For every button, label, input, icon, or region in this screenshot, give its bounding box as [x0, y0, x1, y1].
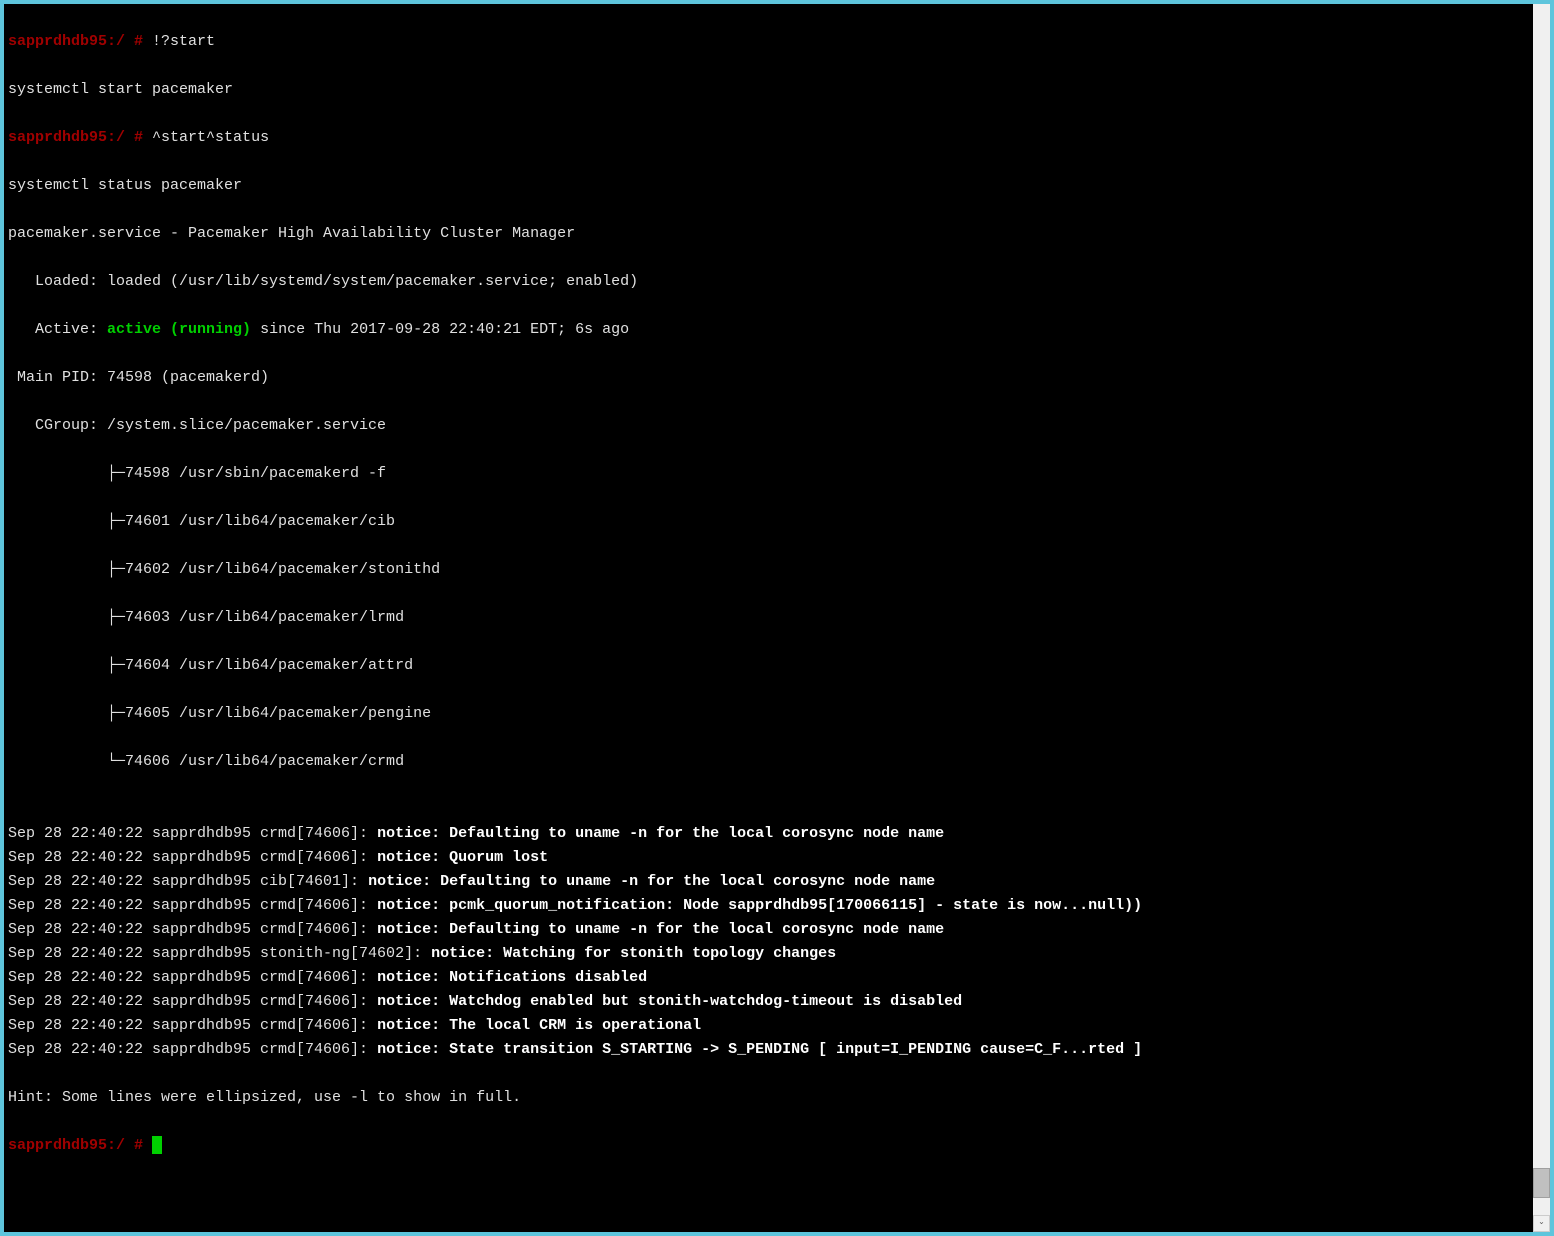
- log-message: notice: Defaulting to uname -n for the l…: [377, 825, 944, 842]
- scrollbar-track[interactable]: [1533, 4, 1550, 1215]
- vertical-scrollbar[interactable]: ⌄: [1533, 4, 1550, 1232]
- shell-prompt: sapprdhdb95:/ #: [8, 33, 143, 50]
- process-entry: ├─74602 /usr/lib64/pacemaker/stonithd: [8, 558, 1546, 582]
- command-echo: systemctl start pacemaker: [8, 78, 1546, 102]
- log-message: notice: The local CRM is operational: [377, 1017, 701, 1034]
- command-line-1: sapprdhdb95:/ # !?start: [8, 30, 1546, 54]
- log-timestamp-source: Sep 28 22:40:22 sapprdhdb95 crmd[74606]:: [8, 849, 377, 866]
- log-message: notice: Quorum lost: [377, 849, 548, 866]
- log-line: Sep 28 22:40:22 sapprdhdb95 crmd[74606]:…: [8, 822, 1546, 846]
- log-message: notice: Watching for stonith topology ch…: [431, 945, 836, 962]
- hint-line: Hint: Some lines were ellipsized, use -l…: [8, 1086, 1546, 1110]
- log-line: Sep 28 22:40:22 sapprdhdb95 crmd[74606]:…: [8, 846, 1546, 870]
- command-echo: systemctl status pacemaker: [8, 174, 1546, 198]
- log-line: Sep 28 22:40:22 sapprdhdb95 crmd[74606]:…: [8, 1038, 1546, 1062]
- process-entry: ├─74605 /usr/lib64/pacemaker/pengine: [8, 702, 1546, 726]
- log-message: notice: Notifications disabled: [377, 969, 647, 986]
- log-line: Sep 28 22:40:22 sapprdhdb95 cib[74601]: …: [8, 870, 1546, 894]
- log-timestamp-source: Sep 28 22:40:22 sapprdhdb95 crmd[74606]:: [8, 1017, 377, 1034]
- scroll-down-button[interactable]: ⌄: [1533, 1215, 1550, 1232]
- log-timestamp-source: Sep 28 22:40:22 sapprdhdb95 crmd[74606]:: [8, 921, 377, 938]
- active-since: since Thu 2017-09-28 22:40:21 EDT; 6s ag…: [251, 321, 629, 338]
- current-prompt-line[interactable]: sapprdhdb95:/ #: [8, 1134, 1546, 1158]
- log-timestamp-source: Sep 28 22:40:22 sapprdhdb95 crmd[74606]:: [8, 897, 377, 914]
- command-line-2: sapprdhdb95:/ # ^start^status: [8, 126, 1546, 150]
- log-line: Sep 28 22:40:22 sapprdhdb95 crmd[74606]:…: [8, 1014, 1546, 1038]
- log-timestamp-source: Sep 28 22:40:22 sapprdhdb95 crmd[74606]:: [8, 993, 377, 1010]
- cgroup-header: CGroup: /system.slice/pacemaker.service: [8, 414, 1546, 438]
- log-line: Sep 28 22:40:22 sapprdhdb95 stonith-ng[7…: [8, 942, 1546, 966]
- loaded-status: Loaded: loaded (/usr/lib/systemd/system/…: [8, 270, 1546, 294]
- chevron-down-icon: ⌄: [1538, 1217, 1545, 1230]
- command-text: !?start: [152, 33, 215, 50]
- log-message: notice: pcmk_quorum_notification: Node s…: [377, 897, 1142, 914]
- log-timestamp-source: Sep 28 22:40:22 sapprdhdb95 crmd[74606]:: [8, 825, 377, 842]
- scrollbar-thumb[interactable]: [1533, 1168, 1550, 1198]
- cursor-icon: [152, 1136, 162, 1154]
- shell-prompt: sapprdhdb95:/ #: [8, 1137, 143, 1154]
- log-line: Sep 28 22:40:22 sapprdhdb95 crmd[74606]:…: [8, 918, 1546, 942]
- process-entry: ├─74601 /usr/lib64/pacemaker/cib: [8, 510, 1546, 534]
- log-timestamp-source: Sep 28 22:40:22 sapprdhdb95 crmd[74606]:: [8, 1041, 377, 1058]
- active-status-line: Active: active (running) since Thu 2017-…: [8, 318, 1546, 342]
- log-message: notice: Watchdog enabled but stonith-wat…: [377, 993, 962, 1010]
- service-description: pacemaker.service - Pacemaker High Avail…: [8, 222, 1546, 246]
- log-line: Sep 28 22:40:22 sapprdhdb95 crmd[74606]:…: [8, 990, 1546, 1014]
- log-timestamp-source: Sep 28 22:40:22 sapprdhdb95 crmd[74606]:: [8, 969, 377, 986]
- active-label: Active:: [8, 321, 107, 338]
- log-line: Sep 28 22:40:22 sapprdhdb95 crmd[74606]:…: [8, 966, 1546, 990]
- log-timestamp-source: Sep 28 22:40:22 sapprdhdb95 cib[74601]:: [8, 873, 368, 890]
- log-message: notice: State transition S_STARTING -> S…: [377, 1041, 1142, 1058]
- log-lines-container: Sep 28 22:40:22 sapprdhdb95 crmd[74606]:…: [8, 822, 1546, 1062]
- process-entry: ├─74604 /usr/lib64/pacemaker/attrd: [8, 654, 1546, 678]
- active-status: active (running): [107, 321, 251, 338]
- log-message: notice: Defaulting to uname -n for the l…: [368, 873, 935, 890]
- shell-prompt: sapprdhdb95:/ #: [8, 129, 143, 146]
- process-entry: ├─74598 /usr/sbin/pacemakerd -f: [8, 462, 1546, 486]
- log-message: notice: Defaulting to uname -n for the l…: [377, 921, 944, 938]
- main-pid: Main PID: 74598 (pacemakerd): [8, 366, 1546, 390]
- command-text: ^start^status: [152, 129, 269, 146]
- process-entry: ├─74603 /usr/lib64/pacemaker/lrmd: [8, 606, 1546, 630]
- log-timestamp-source: Sep 28 22:40:22 sapprdhdb95 stonith-ng[7…: [8, 945, 431, 962]
- process-entry: └─74606 /usr/lib64/pacemaker/crmd: [8, 750, 1546, 774]
- log-line: Sep 28 22:40:22 sapprdhdb95 crmd[74606]:…: [8, 894, 1546, 918]
- terminal-window[interactable]: sapprdhdb95:/ # !?start systemctl start …: [4, 4, 1550, 1232]
